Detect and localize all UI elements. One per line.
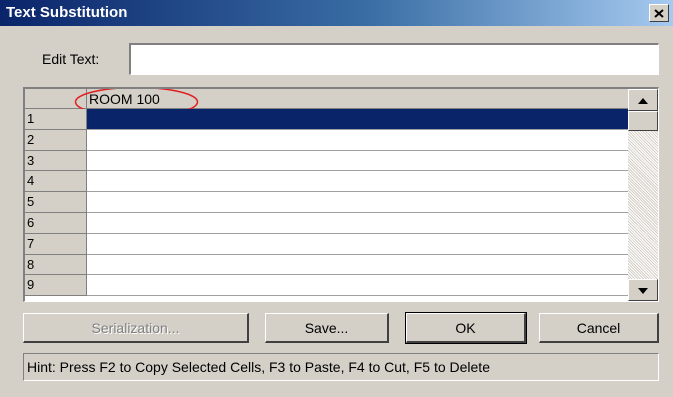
ok-button[interactable]: OK xyxy=(405,312,527,344)
arrow-down-icon xyxy=(638,281,648,299)
row-number[interactable]: 9 xyxy=(25,275,87,297)
table-cell[interactable] xyxy=(87,109,628,130)
close-icon xyxy=(650,5,668,21)
scroll-up-button[interactable] xyxy=(628,89,658,111)
cancel-button[interactable]: Cancel xyxy=(539,313,659,343)
vertical-scrollbar[interactable] xyxy=(628,89,658,301)
serialization-button[interactable]: Serialization... xyxy=(23,313,249,343)
column-header-label: ROOM 100 xyxy=(89,91,160,107)
row-number[interactable]: 3 xyxy=(25,150,87,172)
table-row[interactable]: 8 xyxy=(25,254,628,276)
edit-text-input[interactable] xyxy=(129,43,659,75)
table-row[interactable]: 3 xyxy=(25,150,628,172)
row-number[interactable]: 1 xyxy=(25,109,87,130)
table-row[interactable]: 6 xyxy=(25,212,628,234)
window-title: Text Substitution xyxy=(6,4,128,21)
grid-corner-cell[interactable] xyxy=(25,89,87,109)
row-number[interactable]: 7 xyxy=(25,233,87,255)
table-cell[interactable] xyxy=(87,150,628,172)
grid-rows: 123456789 xyxy=(25,109,628,297)
row-number[interactable]: 8 xyxy=(25,254,87,276)
arrow-up-icon xyxy=(638,91,648,109)
table-row[interactable]: 9 xyxy=(25,275,628,297)
scroll-down-button[interactable] xyxy=(628,279,658,301)
hint-status-bar: Hint: Press F2 to Copy Selected Cells, F… xyxy=(23,353,659,381)
table-cell[interactable] xyxy=(87,275,628,297)
row-number[interactable]: 5 xyxy=(25,192,87,213)
table-cell[interactable] xyxy=(87,212,628,234)
hint-text: Hint: Press F2 to Copy Selected Cells, F… xyxy=(27,359,490,375)
table-row[interactable]: 5 xyxy=(25,192,628,213)
row-number[interactable]: 6 xyxy=(25,212,87,234)
table-row[interactable]: 4 xyxy=(25,171,628,193)
table-cell[interactable] xyxy=(87,129,628,151)
text-substitution-dialog: Text Substitution Edit Text: ROOM 100 12… xyxy=(0,0,673,397)
row-number[interactable]: 2 xyxy=(25,129,87,151)
substitution-grid[interactable]: ROOM 100 123456789 xyxy=(23,87,659,302)
edit-text-label: Edit Text: xyxy=(42,51,100,67)
close-button[interactable] xyxy=(649,4,669,22)
table-row[interactable]: 1 xyxy=(25,109,628,130)
scroll-thumb[interactable] xyxy=(628,111,658,131)
table-row[interactable]: 7 xyxy=(25,233,628,255)
row-number[interactable]: 4 xyxy=(25,171,87,193)
save-button[interactable]: Save... xyxy=(265,313,389,343)
column-header[interactable]: ROOM 100 xyxy=(87,89,628,109)
table-cell[interactable] xyxy=(87,171,628,193)
title-bar[interactable]: Text Substitution xyxy=(0,0,673,26)
table-row[interactable]: 2 xyxy=(25,129,628,151)
table-cell[interactable] xyxy=(87,233,628,255)
table-cell[interactable] xyxy=(87,254,628,276)
table-cell[interactable] xyxy=(87,192,628,213)
